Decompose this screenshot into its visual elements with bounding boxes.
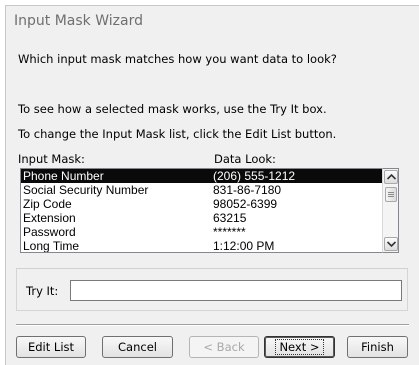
list-item-zip-code[interactable]: Zip Code 98052-6399 — [21, 197, 382, 211]
input-mask-column-header: Input Mask: — [18, 152, 85, 166]
cancel-button[interactable]: Cancel — [102, 336, 173, 358]
list-item-phone-number[interactable]: Phone Number (206) 555-1212 — [21, 169, 382, 183]
scroll-up-button[interactable] — [384, 170, 398, 184]
list-item-extension[interactable]: Extension 63215 — [21, 211, 382, 225]
data-look-column-header: Data Look: — [214, 152, 276, 166]
next-button[interactable]: Next > — [264, 336, 335, 358]
scroll-up-arrow-icon — [386, 174, 396, 180]
mask-name: Long Time — [23, 239, 80, 253]
mask-name: Extension — [23, 211, 76, 225]
mask-data-look: (206) 555-1212 — [213, 169, 296, 183]
mask-data-look: ******* — [213, 225, 246, 239]
button-separator — [16, 324, 409, 326]
mask-data-look: 63215 — [213, 211, 247, 225]
list-item-password[interactable]: Password ******* — [21, 225, 382, 239]
mask-name: Password — [23, 225, 76, 239]
list-item-social-security-number[interactable]: Social Security Number 831-86-7180 — [21, 183, 382, 197]
edit-list-button[interactable]: Edit List — [16, 336, 86, 358]
prompt-text: Which input mask matches how you want da… — [18, 52, 337, 66]
instruction-try-it: To see how a selected mask works, use th… — [18, 102, 327, 116]
mask-data-look: 1:12:00 PM — [213, 239, 275, 253]
input-mask-wizard-dialog: Input Mask Wizard Which input mask match… — [5, 5, 419, 365]
list-item-long-time[interactable]: Long Time 1:12:00 PM — [21, 239, 382, 253]
list-scrollbar[interactable] — [382, 168, 399, 253]
mask-data-look: 831-86-7180 — [213, 183, 282, 197]
try-it-input[interactable] — [70, 280, 402, 301]
scroll-down-button[interactable] — [384, 237, 398, 251]
mask-name: Social Security Number — [23, 183, 149, 197]
mask-name: Zip Code — [23, 197, 72, 211]
finish-button[interactable]: Finish — [347, 336, 408, 358]
try-it-label: Try It: — [26, 284, 59, 298]
window-title: Input Mask Wizard — [14, 13, 143, 29]
mask-data-look: 98052-6399 — [213, 197, 278, 211]
back-button[interactable]: < Back — [189, 336, 259, 358]
mask-name: Phone Number — [23, 169, 104, 183]
scrollbar-thumb[interactable] — [385, 187, 397, 202]
input-mask-list[interactable]: Phone Number (206) 555-1212 Social Secur… — [20, 168, 382, 253]
instruction-edit-list: To change the Input Mask list, click the… — [18, 127, 337, 141]
scroll-down-arrow-icon — [386, 241, 396, 247]
next-button-label: Next > — [275, 339, 324, 355]
